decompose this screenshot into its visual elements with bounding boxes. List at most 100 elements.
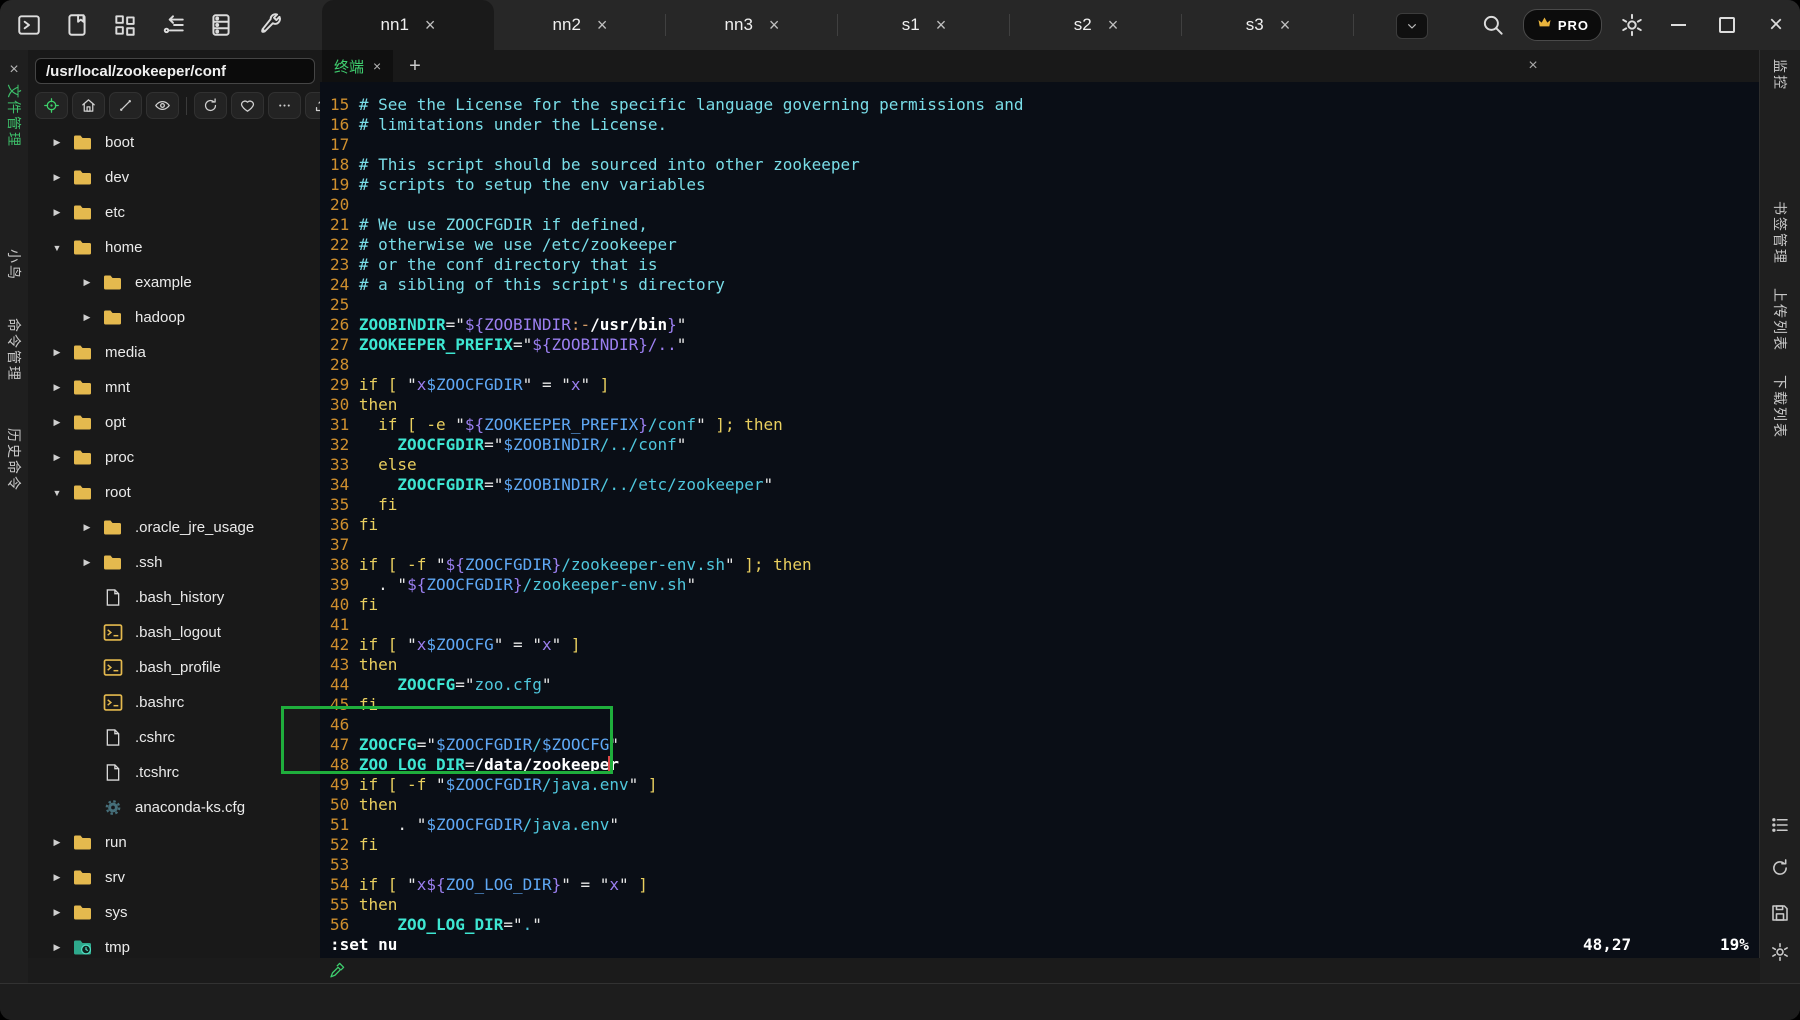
wrench-icon[interactable]: [256, 12, 282, 38]
refresh-icon[interactable]: [1770, 858, 1791, 879]
tree-item-hadoop[interactable]: ▶hadoop: [28, 300, 320, 335]
caret-collapsed-icon[interactable]: ▶: [50, 137, 64, 148]
tree-item-anaconda-ks.cfg[interactable]: anaconda-ks.cfg: [28, 790, 320, 825]
code-token: if [: [359, 875, 407, 894]
server-icon[interactable]: [208, 12, 234, 38]
tab-s2[interactable]: s2×: [1010, 0, 1182, 50]
tree-item-.bashrc[interactable]: .bashrc: [28, 685, 320, 720]
tree-item-example[interactable]: ▶example: [28, 265, 320, 300]
tree-item-opt[interactable]: ▶opt: [28, 405, 320, 440]
caret-collapsed-icon[interactable]: ▶: [80, 557, 94, 568]
home-button[interactable]: [72, 92, 105, 119]
line-number: 34: [330, 475, 349, 495]
tab-overflow-button[interactable]: [1396, 13, 1428, 39]
left-rail-close-icon[interactable]: ×: [9, 61, 18, 79]
tree-item-media[interactable]: ▶media: [28, 335, 320, 370]
tab-s1[interactable]: s1×: [838, 0, 1010, 50]
caret-collapsed-icon[interactable]: ▶: [50, 452, 64, 463]
tree-item-boot[interactable]: ▶boot: [28, 125, 320, 160]
refresh-button[interactable]: [194, 92, 227, 119]
tree-item-.bash_history[interactable]: .bash_history: [28, 580, 320, 615]
caret-collapsed-icon[interactable]: ▶: [80, 312, 94, 323]
highlighter-pen-icon[interactable]: [327, 961, 346, 980]
right-rail-item-1[interactable]: 监控: [1770, 59, 1790, 91]
line-number: 41: [330, 615, 349, 635]
caret-collapsed-icon[interactable]: ▶: [50, 207, 64, 218]
terminal-tab-close-icon[interactable]: ×: [373, 58, 381, 74]
tab-close-icon[interactable]: ×: [425, 16, 436, 34]
tab-close-icon[interactable]: ×: [1280, 16, 1291, 34]
tree-item-.oracle_jre_usage[interactable]: ▶.oracle_jre_usage: [28, 510, 320, 545]
right-rail-item-2[interactable]: 书签管理: [1770, 201, 1790, 265]
line-number: 45: [330, 695, 349, 715]
left-rail-item-1[interactable]: 文件管理: [4, 84, 24, 148]
tab-close-icon[interactable]: ×: [1108, 16, 1119, 34]
new-terminal-button[interactable]: +: [402, 50, 428, 82]
dashboard-icon[interactable]: [112, 12, 138, 38]
terminal-tab[interactable]: 终端 ×: [322, 50, 393, 82]
gear-icon[interactable]: [1770, 942, 1791, 963]
tab-nn2[interactable]: nn2×: [494, 0, 666, 50]
left-rail-item-4[interactable]: 历史命令: [4, 428, 24, 492]
caret-collapsed-icon[interactable]: ▶: [50, 347, 64, 358]
caret-collapsed-icon[interactable]: ▶: [50, 837, 64, 848]
search-icon[interactable]: [1480, 12, 1506, 38]
tree-item-.bash_profile[interactable]: .bash_profile: [28, 650, 320, 685]
more-button[interactable]: [268, 92, 301, 119]
caret-collapsed-icon[interactable]: ▶: [50, 382, 64, 393]
vim-editor[interactable]: 15# See the License for the specific lan…: [320, 82, 1760, 958]
terminal-panel-close-icon[interactable]: ×: [1520, 50, 1546, 82]
close-window-button[interactable]: ×: [1760, 9, 1792, 41]
line-number: 55: [330, 895, 349, 915]
right-rail-item-3[interactable]: 上传列表: [1770, 288, 1790, 352]
tab-s3[interactable]: s3×: [1182, 0, 1354, 50]
tree-item-.tcshrc[interactable]: .tcshrc: [28, 755, 320, 790]
tree-item-.ssh[interactable]: ▶.ssh: [28, 545, 320, 580]
tree-item-dev[interactable]: ▶dev: [28, 160, 320, 195]
caret-collapsed-icon[interactable]: ▶: [50, 907, 64, 918]
settings-gear-icon[interactable]: [1619, 12, 1645, 38]
notebook-icon[interactable]: [64, 12, 90, 38]
caret-collapsed-icon[interactable]: ▶: [50, 872, 64, 883]
caret-collapsed-icon[interactable]: ▶: [80, 522, 94, 533]
tab-close-icon[interactable]: ×: [936, 16, 947, 34]
tree-item-run[interactable]: ▶run: [28, 825, 320, 860]
tree-item-.cshrc[interactable]: .cshrc: [28, 720, 320, 755]
tab-nn1[interactable]: nn1×: [322, 0, 494, 50]
list-icon[interactable]: [1770, 815, 1791, 836]
terminal-icon[interactable]: [16, 12, 42, 38]
left-rail-item-3[interactable]: 命令管理: [4, 318, 24, 382]
tree-item-root[interactable]: ▼root: [28, 475, 320, 510]
tab-close-icon[interactable]: ×: [769, 16, 780, 34]
tab-close-icon[interactable]: ×: [597, 16, 608, 34]
topology-icon[interactable]: [160, 12, 186, 38]
locate-icon: [43, 97, 60, 114]
right-rail-item-4[interactable]: 下载列表: [1770, 375, 1790, 439]
caret-collapsed-icon[interactable]: ▶: [50, 942, 64, 953]
tree-item-proc[interactable]: ▶proc: [28, 440, 320, 475]
eye-button[interactable]: [146, 92, 179, 119]
path-input[interactable]: [35, 58, 315, 84]
tree-item-.bash_logout[interactable]: .bash_logout: [28, 615, 320, 650]
locate-button[interactable]: [35, 92, 68, 119]
left-rail-item-2[interactable]: 小鸟: [4, 249, 24, 281]
caret-expanded-icon[interactable]: ▼: [50, 488, 64, 498]
tree-item-home[interactable]: ▼home: [28, 230, 320, 265]
heart-button[interactable]: [231, 92, 264, 119]
tree-item-mnt[interactable]: ▶mnt: [28, 370, 320, 405]
caret-collapsed-icon[interactable]: ▶: [50, 172, 64, 183]
minimize-button[interactable]: [1662, 9, 1694, 41]
maximize-button[interactable]: [1711, 9, 1743, 41]
save-icon[interactable]: [1770, 903, 1791, 924]
connect-button[interactable]: [109, 92, 142, 119]
caret-collapsed-icon[interactable]: ▶: [80, 277, 94, 288]
caret-expanded-icon[interactable]: ▼: [50, 243, 64, 253]
tree-item-sys[interactable]: ▶sys: [28, 895, 320, 930]
caret-collapsed-icon[interactable]: ▶: [50, 417, 64, 428]
tree-item-etc[interactable]: ▶etc: [28, 195, 320, 230]
code-token: /zookeeper-env.sh: [561, 555, 725, 574]
code-line-51: 51 . "$ZOOCFGDIR/java.env": [330, 815, 1760, 835]
tab-nn3[interactable]: nn3×: [666, 0, 838, 50]
tree-item-srv[interactable]: ▶srv: [28, 860, 320, 895]
pro-badge[interactable]: PRO: [1523, 9, 1602, 41]
